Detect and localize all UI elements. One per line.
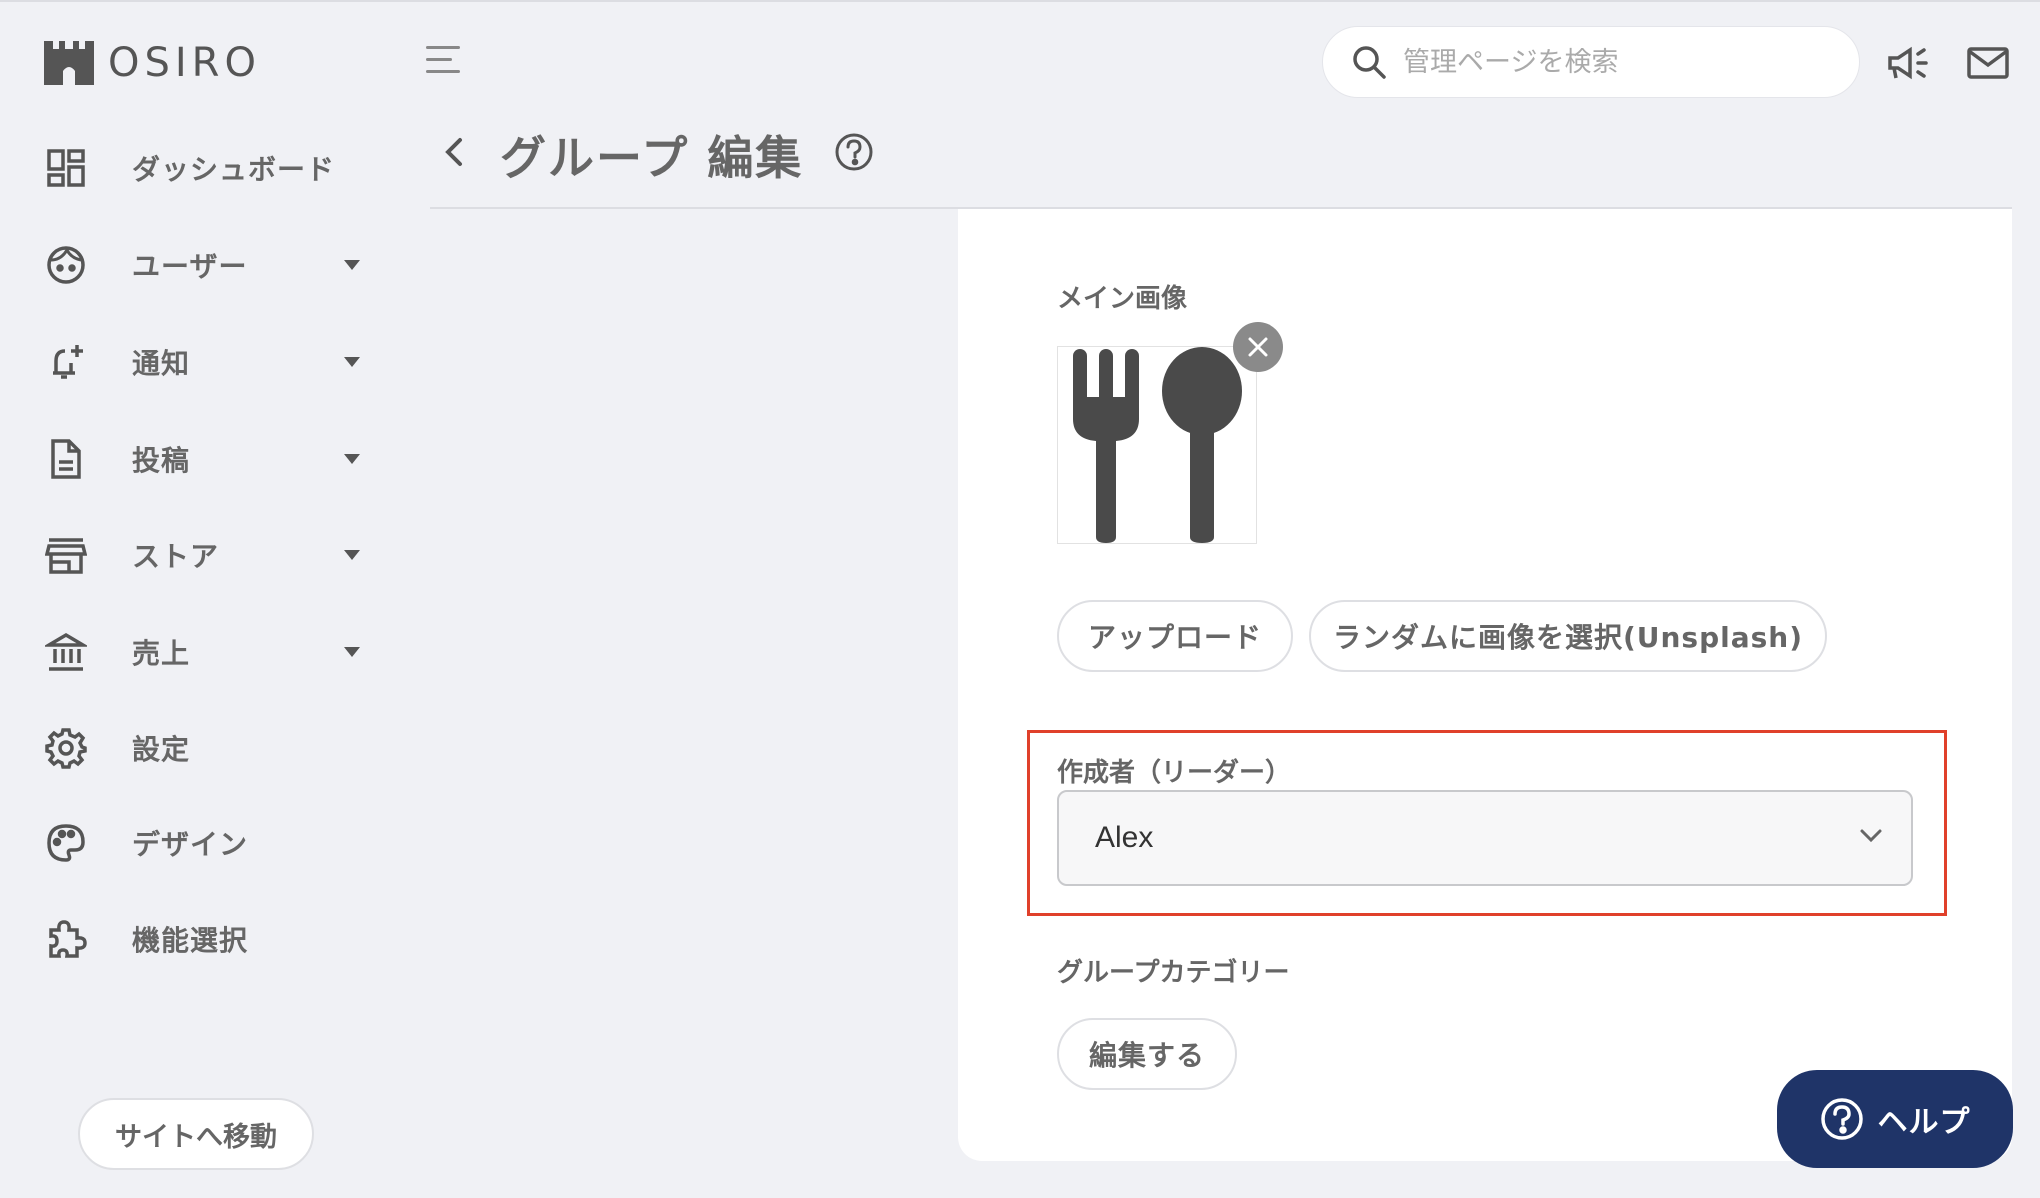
random-image-button[interactable]: ランダムに画像を選択(Unsplash) xyxy=(1309,600,1827,672)
gear-icon xyxy=(44,726,88,770)
help-button-label: ヘルプ xyxy=(1877,1105,1971,1140)
remove-image-button[interactable] xyxy=(1233,322,1283,372)
user-face-icon xyxy=(44,243,88,287)
group-category-label: グループカテゴリー xyxy=(1057,958,1290,988)
palette-icon xyxy=(44,821,88,865)
fork-spoon-icon xyxy=(1073,347,1242,543)
sidebar-item-users[interactable]: ユーザー xyxy=(44,230,374,300)
sidebar-item-notifications[interactable]: 通知 xyxy=(44,327,374,397)
go-to-site-button[interactable]: サイトへ移動 xyxy=(78,1098,314,1170)
mail-icon[interactable] xyxy=(1966,44,2010,82)
help-question-icon xyxy=(1820,1098,1863,1140)
sidebar-item-label: 投稿 xyxy=(132,444,191,477)
close-icon xyxy=(1248,337,1268,357)
main-image-label: メイン画像 xyxy=(1057,284,1188,314)
megaphone-icon[interactable] xyxy=(1886,44,1930,82)
help-button[interactable]: ヘルプ xyxy=(1777,1070,2013,1168)
sidebar-item-features[interactable]: 機能選択 xyxy=(44,904,374,974)
main-image-preview xyxy=(1057,346,1257,544)
chevron-down-icon xyxy=(344,454,360,464)
store-icon xyxy=(44,533,88,577)
back-arrow-icon[interactable] xyxy=(440,132,470,172)
page-title: グループ 編集 xyxy=(500,131,804,185)
search-input[interactable] xyxy=(1403,46,1803,78)
sidebar-item-label: 機能選択 xyxy=(132,924,249,957)
creator-select-value: Alex xyxy=(1095,821,1154,854)
dashboard-icon xyxy=(44,146,88,190)
creator-label: 作成者（リーダー） xyxy=(1057,758,1292,788)
search-icon xyxy=(1353,46,1386,79)
edit-category-button[interactable]: 編集する xyxy=(1057,1018,1237,1090)
sidebar-item-dashboard[interactable]: ダッシュボード xyxy=(44,133,374,203)
sidebar-item-store[interactable]: ストア xyxy=(44,520,374,590)
sidebar-item-label: 通知 xyxy=(132,347,191,380)
puzzle-icon xyxy=(44,917,88,961)
document-icon xyxy=(44,437,88,481)
sidebar-item-label: ユーザー xyxy=(132,250,248,283)
chevron-down-icon xyxy=(344,357,360,367)
menu-toggle-button[interactable] xyxy=(426,46,460,78)
sidebar-item-posts[interactable]: 投稿 xyxy=(44,424,374,494)
logo[interactable]: OSIRO xyxy=(44,40,261,86)
sidebar-item-design[interactable]: デザイン xyxy=(44,808,374,878)
sidebar-item-settings[interactable]: 設定 xyxy=(44,713,374,783)
castle-logo-icon xyxy=(44,41,94,85)
bell-add-icon xyxy=(44,340,88,384)
sidebar-item-sales[interactable]: 売上 xyxy=(44,617,374,687)
sidebar-item-label: 売上 xyxy=(132,637,191,670)
sidebar-item-label: 設定 xyxy=(132,733,191,766)
upload-button[interactable]: アップロード xyxy=(1057,600,1293,672)
help-question-icon[interactable] xyxy=(834,132,874,172)
sidebar-item-label: デザイン xyxy=(132,828,249,861)
creator-select[interactable]: Alex xyxy=(1057,790,1913,886)
sidebar-item-label: ストア xyxy=(132,540,220,573)
chevron-down-icon xyxy=(344,647,360,657)
top-border xyxy=(0,0,2040,2)
bank-icon xyxy=(44,630,88,674)
sidebar-item-label: ダッシュボード xyxy=(132,153,336,186)
chevron-down-icon xyxy=(1860,829,1882,843)
search-box[interactable] xyxy=(1322,26,1860,98)
logo-text: OSIRO xyxy=(108,40,261,86)
chevron-down-icon xyxy=(344,550,360,560)
chevron-down-icon xyxy=(344,260,360,270)
